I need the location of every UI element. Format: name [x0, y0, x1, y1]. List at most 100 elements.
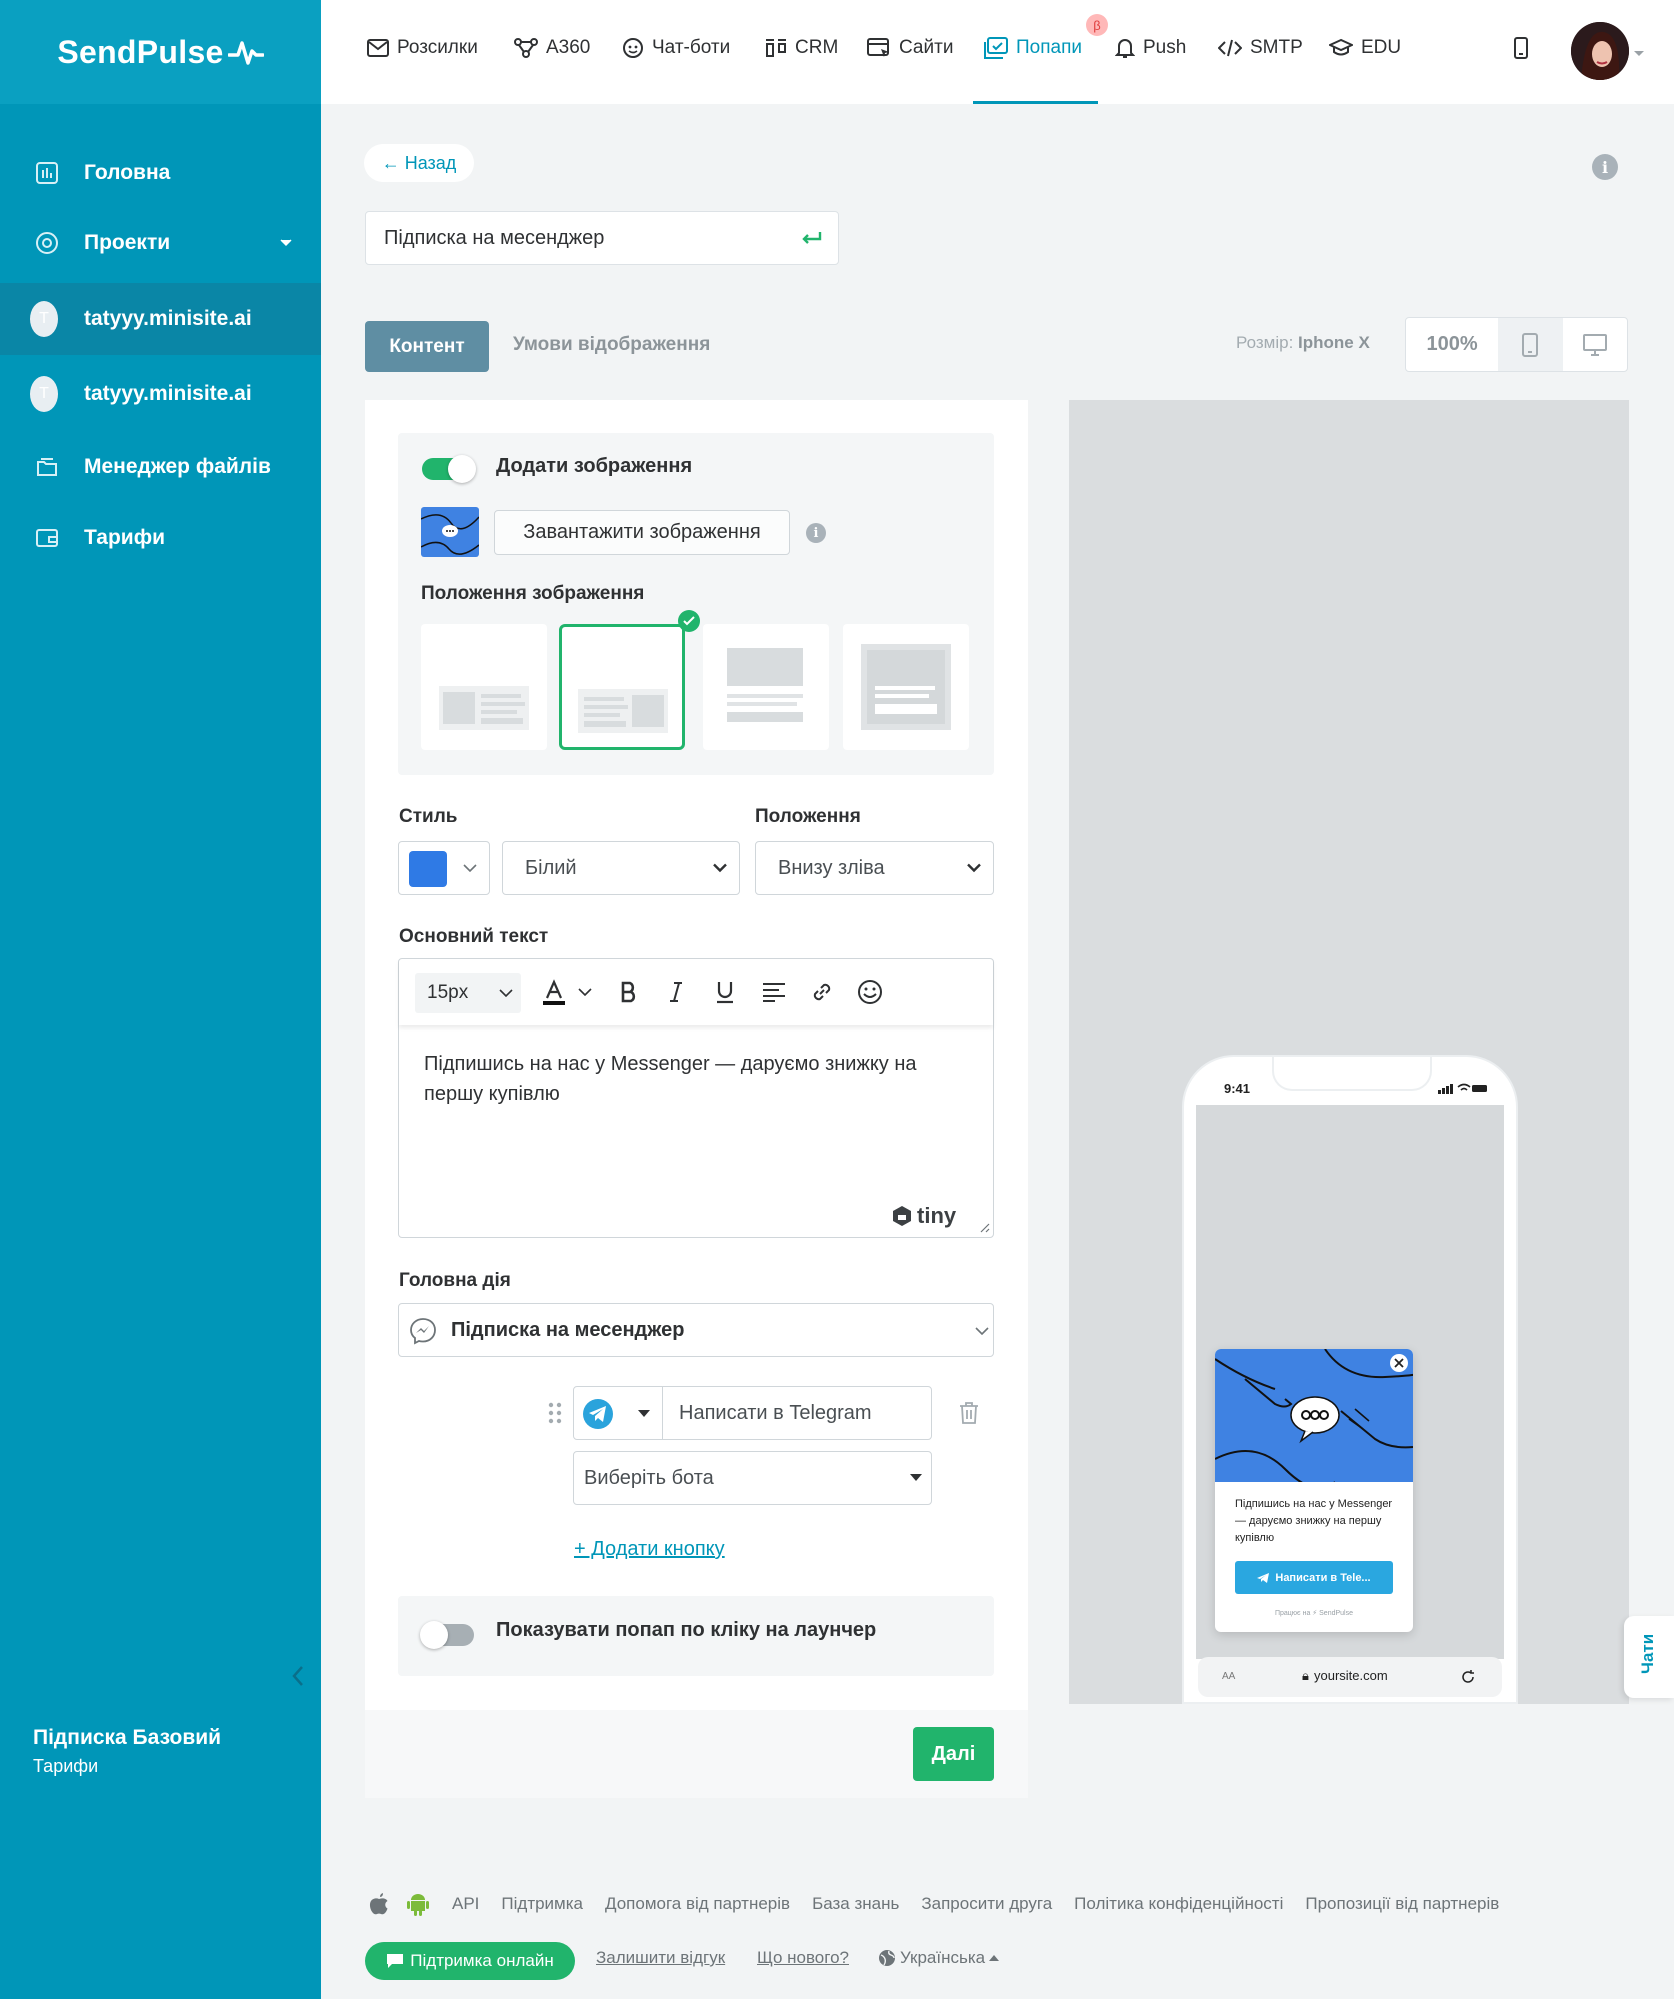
chevron-down-icon[interactable] [1633, 50, 1645, 58]
whats-new-link[interactable]: Що нового? [757, 1948, 849, 1968]
android-icon[interactable] [406, 1891, 430, 1917]
caret-down-icon [910, 1474, 922, 1481]
enter-icon[interactable] [800, 229, 824, 249]
language-select[interactable]: Українська [878, 1948, 1000, 1968]
image-position-right[interactable] [559, 624, 685, 750]
nav-campaigns[interactable]: Розсилки [367, 30, 478, 66]
sidebar: SendPulse Головна Проекти T tatyyy.minis… [0, 0, 321, 1999]
mobile-preview-button[interactable] [1498, 318, 1563, 371]
sidebar-item-file-manager[interactable]: Менеджер файлів [0, 431, 321, 503]
bold-icon[interactable] [614, 977, 644, 1007]
sendpulse-logo[interactable]: SendPulse [0, 0, 321, 104]
feedback-link[interactable]: Залишити відгук [596, 1948, 725, 1968]
sidebar-item-site-1[interactable]: T tatyyy.minisite.ai [0, 283, 321, 355]
next-button[interactable]: Далі [913, 1727, 994, 1781]
nav-smtp[interactable]: SMTP [1218, 30, 1303, 66]
messenger-type-select[interactable] [573, 1386, 663, 1440]
telegram-icon [583, 1399, 613, 1429]
collapse-sidebar-icon[interactable] [288, 1663, 308, 1689]
footer-link-partner-offers[interactable]: Пропозиції від партнерів [1305, 1894, 1499, 1914]
nav-edu[interactable]: EDU [1329, 30, 1401, 66]
selected-check-icon [678, 610, 700, 632]
drag-handle-icon[interactable] [548, 1402, 562, 1424]
site-avatar-letter: T [30, 301, 58, 337]
footer-link-privacy[interactable]: Політика конфіденційності [1074, 1894, 1283, 1914]
phone-time: 9:41 [1224, 1081, 1251, 1096]
nav-label: Чат-боти [652, 37, 731, 58]
plan-link[interactable]: Тарифи [33, 1756, 221, 1777]
footer-link-partner-help[interactable]: Допомога від партнерів [605, 1894, 790, 1914]
italic-icon[interactable] [661, 977, 691, 1007]
chats-tab[interactable]: Чати [1624, 1616, 1674, 1698]
size-value: Iphone X [1298, 333, 1370, 352]
popup-preview-text: Підпишись на нас у Messenger — даруємо з… [1235, 1498, 1393, 1544]
popup-name-input[interactable]: Підписка на месенджер [365, 211, 839, 265]
footer-link-api[interactable]: API [452, 1894, 479, 1914]
footer-link-support[interactable]: Підтримка [501, 1894, 583, 1914]
bot-select[interactable]: Виберіть бота [573, 1451, 932, 1505]
image-position-background[interactable] [843, 624, 969, 750]
footer-link-knowledge-base[interactable]: База знань [812, 1894, 899, 1914]
nav-chatbots[interactable]: Чат-боти [622, 30, 730, 66]
mobile-icon [1522, 332, 1539, 357]
popup-name-value: Підписка на месенджер [384, 226, 605, 249]
style-select-value: Білий [525, 856, 577, 879]
link-icon[interactable] [807, 977, 837, 1007]
add-image-toggle[interactable] [422, 455, 476, 483]
popup-preview-footer: Працює на ⚡ SendPulse [1274, 1610, 1353, 1617]
main-action-select[interactable]: Підписка на месенджер [398, 1303, 994, 1357]
info-icon[interactable]: i [1592, 154, 1618, 180]
nav-popups[interactable]: Попапи [984, 30, 1082, 66]
apple-icon[interactable] [368, 1891, 390, 1917]
main-text-content[interactable]: Підпишись на нас у Messenger — даруємо з… [424, 1049, 964, 1109]
mail-icon [367, 39, 389, 57]
mobile-icon[interactable] [1514, 37, 1528, 59]
graduation-cap-icon [1329, 38, 1353, 56]
emoji-icon[interactable] [855, 977, 885, 1007]
sidebar-item-projects[interactable]: Проекти [0, 207, 321, 279]
button-text-input[interactable]: Написати в Telegram [662, 1386, 932, 1440]
style-select[interactable]: Білий [502, 841, 740, 895]
back-button[interactable]: ← Назад [364, 144, 474, 182]
underline-icon[interactable] [710, 977, 740, 1007]
add-button-link[interactable]: + Додати кнопку [574, 1538, 725, 1561]
status-icons [1438, 1083, 1487, 1094]
chevron-down-icon[interactable] [575, 977, 595, 1007]
main-action-value: Підписка на месенджер [451, 1318, 685, 1341]
nav-crm[interactable]: CRM [765, 30, 838, 66]
nav-a360[interactable]: A360 [514, 30, 590, 66]
image-position-label: Положення зображення [421, 583, 645, 604]
user-avatar[interactable] [1571, 22, 1629, 80]
sidebar-item-site-2[interactable]: T tatyyy.minisite.ai [0, 358, 321, 430]
nav-sites[interactable]: Сайти [867, 30, 953, 66]
image-position-left[interactable] [421, 624, 547, 750]
footer-link-invite[interactable]: Запросити друга [921, 1894, 1052, 1914]
resize-handle-icon[interactable] [978, 1221, 990, 1233]
nav-label: Push [1143, 37, 1187, 58]
sidebar-item-dashboard[interactable]: Головна [0, 137, 321, 209]
position-select[interactable]: Внизу зліва [755, 841, 994, 895]
upload-image-button[interactable]: Завантажити зображення [494, 510, 790, 555]
support-online-button[interactable]: Підтримка онлайн [365, 1942, 575, 1980]
wallet-icon [33, 524, 61, 552]
align-icon[interactable] [759, 977, 789, 1007]
site-avatar-letter: T [30, 376, 58, 412]
launcher-toggle[interactable] [420, 1621, 474, 1649]
trash-icon[interactable] [958, 1401, 980, 1425]
info-icon[interactable]: i [806, 523, 826, 543]
nav-push[interactable]: Push [1115, 30, 1186, 66]
sidebar-item-pricing[interactable]: Тарифи [0, 502, 321, 574]
reload-icon [1462, 1670, 1474, 1683]
tab-content[interactable]: Контент [365, 321, 489, 372]
zoom-level[interactable]: 100% [1406, 318, 1498, 371]
sidebar-item-label: Головна [84, 161, 171, 184]
flow-icon [514, 38, 538, 58]
text-color-icon[interactable] [539, 977, 569, 1007]
pulse-icon [227, 41, 264, 65]
image-position-top[interactable] [703, 624, 829, 750]
tab-display-conditions[interactable]: Умови відображення [513, 334, 710, 356]
desktop-preview-button[interactable] [1563, 318, 1627, 371]
font-size-select[interactable]: 15px [415, 973, 521, 1013]
sidebar-item-label: Тарифи [84, 526, 166, 549]
position-select-value: Внизу зліва [778, 856, 885, 879]
